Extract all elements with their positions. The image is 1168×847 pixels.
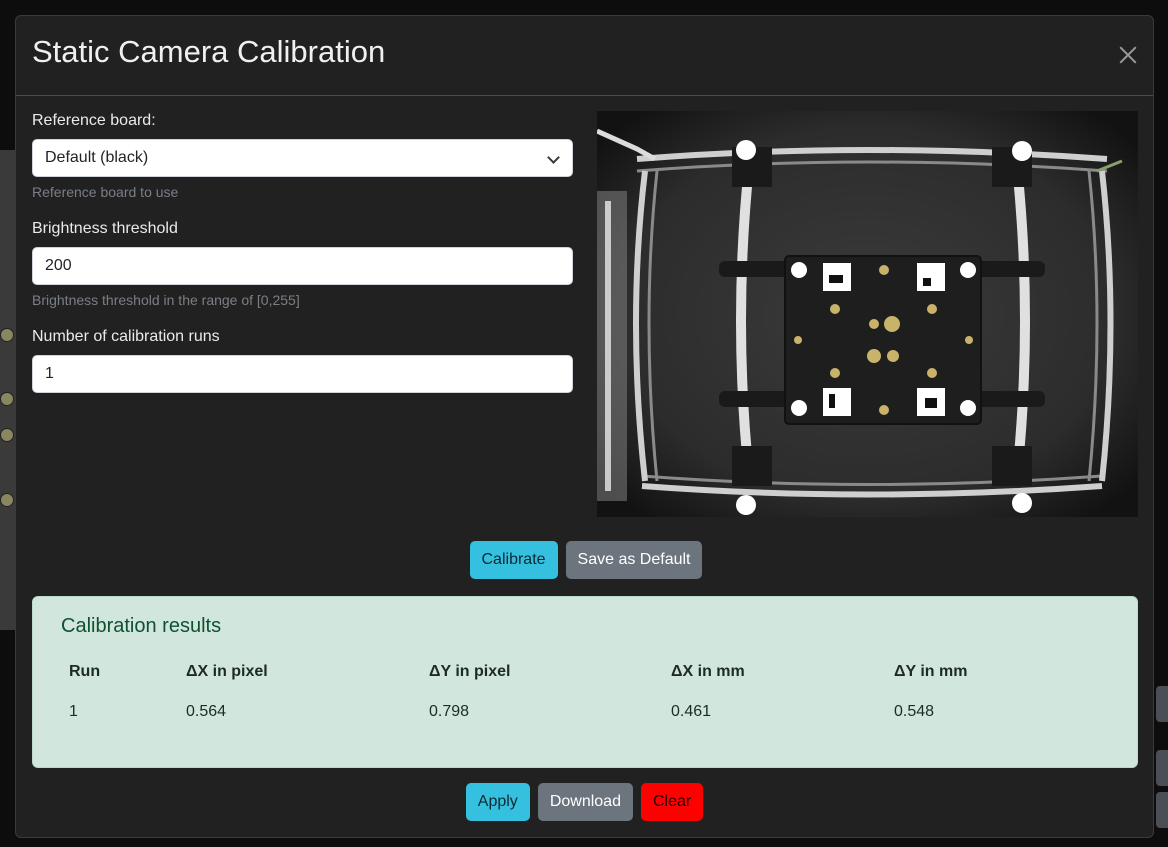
chevron-down-icon (547, 151, 560, 164)
save-default-button[interactable]: Save as Default (565, 541, 703, 579)
calibration-results: Calibration results Run ΔX in pixel ΔY i… (32, 596, 1138, 768)
table-row: 1 0.564 0.798 0.461 0.548 (61, 687, 1111, 737)
runs-group: Number of calibration runs 1 (32, 328, 573, 393)
header-dx-mm: ΔX in mm (671, 663, 745, 680)
modal-header: Static Camera Calibration (16, 16, 1153, 96)
results-title: Calibration results (61, 615, 222, 637)
header-dy-mm: ΔY in mm (894, 663, 968, 680)
calibration-form: Reference board: Default (black) Referen… (32, 112, 573, 413)
board-label: Reference board: (32, 112, 156, 129)
runs-input[interactable]: 1 (32, 355, 573, 393)
results-header-row: Run ΔX in pixel ΔY in pixel ΔX in mm ΔY … (61, 657, 1111, 687)
threshold-group: Brightness threshold 200 Brightness thre… (32, 220, 573, 308)
cell-dx-mm: 0.461 (671, 703, 712, 720)
background-panel-left (0, 150, 16, 630)
background-block (1156, 750, 1168, 786)
cell-dx-pixel: 0.564 (186, 703, 227, 720)
results-table: Run ΔX in pixel ΔY in pixel ΔX in mm ΔY … (61, 657, 1111, 737)
calibration-modal: Static Camera Calibration Reference boar… (15, 15, 1154, 838)
board-help: Reference board to use (32, 184, 179, 200)
download-button[interactable]: Download (537, 783, 633, 821)
background-dot (0, 493, 14, 507)
board-select-value: Default (black) (45, 149, 149, 166)
threshold-input[interactable]: 200 (32, 247, 573, 285)
background-block (1156, 792, 1168, 828)
threshold-help: Brightness threshold in the range of [0,… (32, 292, 300, 308)
background-dot (0, 328, 14, 342)
camera-feed-graphic (597, 111, 1138, 517)
close-icon[interactable] (1117, 44, 1139, 66)
cell-run: 1 (69, 703, 78, 720)
apply-button[interactable]: Apply (465, 783, 530, 821)
calibration-actions: Calibrate Save as Default (16, 541, 1153, 579)
camera-feed-image (597, 111, 1138, 517)
threshold-value: 200 (45, 257, 72, 274)
board-select[interactable]: Default (black) (32, 139, 573, 177)
runs-value: 1 (45, 365, 54, 382)
clear-button[interactable]: Clear (640, 783, 704, 821)
header-dy-pixel: ΔY in pixel (429, 663, 511, 680)
cell-dy-pixel: 0.798 (429, 703, 470, 720)
cell-dy-mm: 0.548 (894, 703, 935, 720)
modal-title: Static Camera Calibration (32, 34, 386, 69)
background-block (1156, 686, 1168, 722)
runs-label: Number of calibration runs (32, 328, 220, 345)
background-panel-right (1154, 680, 1168, 830)
threshold-label: Brightness threshold (32, 220, 178, 237)
modal-footer: Apply Download Clear (16, 783, 1153, 821)
board-group: Reference board: Default (black) Referen… (32, 112, 573, 200)
header-dx-pixel: ΔX in pixel (186, 663, 268, 680)
calibrate-button[interactable]: Calibrate (469, 541, 558, 579)
background-dot (0, 428, 14, 442)
header-run: Run (69, 663, 101, 680)
background-dot (0, 392, 14, 406)
